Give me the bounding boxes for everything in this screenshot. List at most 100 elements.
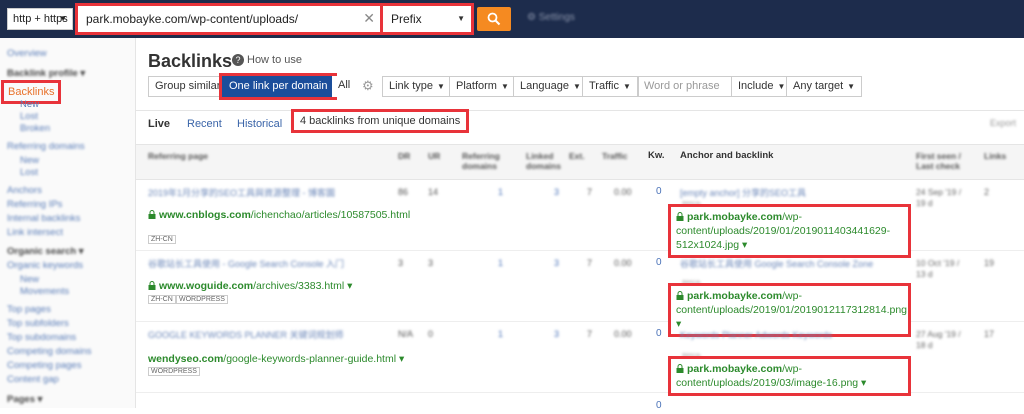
chevron-down-icon: ▾ [344, 280, 353, 292]
sidebar: Overview Backlink profile ▾ Backlinks Ne… [0, 38, 136, 408]
col-referring-page[interactable]: Referring page [148, 151, 208, 161]
lock-icon [676, 364, 684, 373]
sidebar-item-anchors[interactable]: Anchors [7, 185, 42, 196]
backlink-url[interactable]: park.mobayke.com/wp-content/uploads/2019… [668, 204, 911, 258]
col-anchor[interactable]: Anchor and backlink [680, 151, 773, 161]
referring-page-title[interactable]: 谷歌站长工具使用 - Google Search Console 入门 [148, 258, 393, 270]
one-link-per-domain-button[interactable]: One link per domain [218, 73, 338, 100]
first-seen-value: 27 Aug '19 / 18 d [916, 329, 961, 350]
dr-value: 3 [398, 258, 404, 268]
dr-value: N/A [398, 329, 414, 339]
include-label: Include [738, 80, 774, 92]
gear-icon[interactable]: ⚙ [362, 78, 374, 94]
sidebar-item-competing-pages[interactable]: Competing pages [7, 360, 81, 371]
tab-live[interactable]: Live [148, 118, 170, 130]
sidebar-item-referring-domains[interactable]: Referring domains [7, 141, 85, 152]
search-icon [487, 12, 501, 26]
table-row: 谷歌站长工具使用 - Google Search Console 入门 www.… [136, 252, 1024, 337]
referring-page-title[interactable]: 2019年1月分享的SEO工具與資源整理 - 博客園 [148, 187, 393, 199]
sidebar-item-rd-lost[interactable]: Lost [20, 167, 38, 178]
sidebar-item-top-subfolders[interactable]: Top subfolders [7, 318, 69, 329]
ref-domains-value[interactable]: 1 [498, 329, 503, 339]
group-similar-button[interactable]: Group similar [148, 76, 228, 97]
first-seen-value: 24 Sep '19 / 19 d [916, 187, 962, 208]
target-url-input[interactable]: park.mobayke.com/wp-content/uploads/ ✕ [75, 3, 386, 35]
dr-value: 86 [398, 187, 409, 197]
col-first-seen[interactable]: First seen / Last check [916, 151, 964, 171]
any-target-label: Any target [793, 80, 844, 92]
how-to-use-link[interactable]: ? How to use [232, 54, 302, 66]
backlink-domain: park.mobayke.com [687, 211, 783, 223]
ref-domains-value[interactable]: 1 [498, 258, 503, 268]
referring-page-url[interactable]: www.cnblogs.com/ichenchao/articles/10587… [148, 209, 410, 221]
sidebar-section-backlink-profile[interactable]: Backlink profile ▾ [7, 68, 85, 79]
sidebar-item-overview[interactable]: Overview [7, 48, 47, 59]
sidebar-item-content-gap[interactable]: Content gap [7, 374, 59, 385]
sidebar-item-top-pages[interactable]: Top pages [7, 304, 51, 315]
export-button[interactable]: Export [990, 118, 1016, 128]
linked-domains-value[interactable]: 3 [554, 187, 559, 197]
ext-value: 7 [587, 187, 593, 197]
platform-filter[interactable]: Platform ▼ [449, 76, 516, 97]
links-value[interactable]: 17 [984, 329, 994, 339]
col-links[interactable]: Links [984, 151, 1006, 161]
sidebar-item-lost[interactable]: Lost [20, 111, 38, 122]
col-kw[interactable]: Kw. [648, 151, 665, 161]
sidebar-item-ok-new[interactable]: New [20, 274, 39, 285]
referring-page-url[interactable]: wendyseo.com/google-keywords-planner-gui… [148, 353, 404, 365]
phrase-input[interactable]: Word or phrase [638, 76, 732, 97]
sidebar-item-link-intersect[interactable]: Link intersect [7, 227, 63, 238]
sidebar-item-top-subdomains[interactable]: Top subdomains [7, 332, 76, 343]
sidebar-item-internal-backlinks[interactable]: Internal backlinks [7, 213, 80, 224]
kw-value[interactable]: 0 [656, 328, 662, 339]
links-value[interactable]: 2 [984, 187, 989, 197]
sidebar-item-competing-domains[interactable]: Competing domains [7, 346, 92, 357]
linked-domains-value[interactable]: 3 [554, 258, 559, 268]
kw-value[interactable]: 0 [656, 400, 662, 411]
include-select[interactable]: Include ▼ [732, 76, 793, 97]
first-seen-value: 10 Oct '19 / 13 d [916, 258, 960, 279]
ref-domains-value[interactable]: 1 [498, 187, 503, 197]
sidebar-item-broken[interactable]: Broken [20, 123, 50, 134]
links-value[interactable]: 19 [984, 258, 994, 268]
kw-value[interactable]: 0 [656, 186, 662, 197]
sidebar-item-referring-ips[interactable]: Referring IPs [7, 199, 62, 210]
ur-value: 0 [428, 329, 434, 339]
chevron-down-icon: ▾ [739, 239, 748, 251]
traffic-filter[interactable]: Traffic ▼ [582, 76, 638, 97]
mode-select[interactable]: Prefix ▼ [380, 3, 474, 35]
clear-icon[interactable]: ✕ [363, 10, 375, 27]
linked-domains-value[interactable]: 3 [554, 329, 559, 339]
col-ref-domains[interactable]: Referring domains [462, 151, 502, 171]
col-dr[interactable]: DR [398, 151, 410, 161]
backlink-url[interactable]: park.mobayke.com/wp-content/uploads/2019… [668, 356, 911, 396]
sidebar-section-pages[interactable]: Pages ▾ [7, 394, 42, 405]
col-ur[interactable]: UR [428, 151, 440, 161]
tab-historical[interactable]: Historical [237, 118, 282, 130]
sidebar-section-organic-search[interactable]: Organic search ▾ [7, 246, 84, 257]
chevron-down-icon: ▾ [396, 353, 405, 365]
any-target-select[interactable]: Any target ▼ [786, 76, 863, 97]
lock-icon [148, 281, 156, 290]
how-to-use-label: How to use [247, 54, 303, 66]
kw-value[interactable]: 0 [656, 257, 662, 268]
search-button[interactable] [477, 7, 511, 31]
lock-icon [148, 210, 156, 219]
chevron-down-icon: ▼ [500, 82, 509, 91]
table-header: Referring page DR UR Referring domains L… [136, 144, 1024, 180]
language-filter[interactable]: Language ▼ [513, 76, 588, 97]
col-ext[interactable]: Ext. [569, 151, 585, 161]
sidebar-item-movements[interactable]: Movements [20, 286, 69, 297]
sidebar-item-rd-new[interactable]: New [20, 155, 39, 166]
all-button[interactable]: All [332, 76, 357, 97]
settings-link[interactable]: ⚙ Settings [527, 12, 575, 23]
sidebar-item-new[interactable]: New [20, 99, 39, 110]
sidebar-item-organic-keywords[interactable]: Organic keywords [7, 260, 83, 271]
tab-recent[interactable]: Recent [187, 118, 222, 130]
referring-page-title[interactable]: GOOGLE KEYWORDS PLANNER 关键词规划师 [148, 329, 393, 341]
link-type-filter[interactable]: Link type ▼ [382, 76, 452, 97]
referring-page-url[interactable]: www.woguide.com/archives/3383.html ▾ [148, 280, 352, 292]
protocol-select[interactable]: http + https ▼ [7, 8, 73, 30]
col-linked-domains[interactable]: Linked domains [526, 151, 564, 171]
col-traffic[interactable]: Traffic [602, 151, 628, 161]
